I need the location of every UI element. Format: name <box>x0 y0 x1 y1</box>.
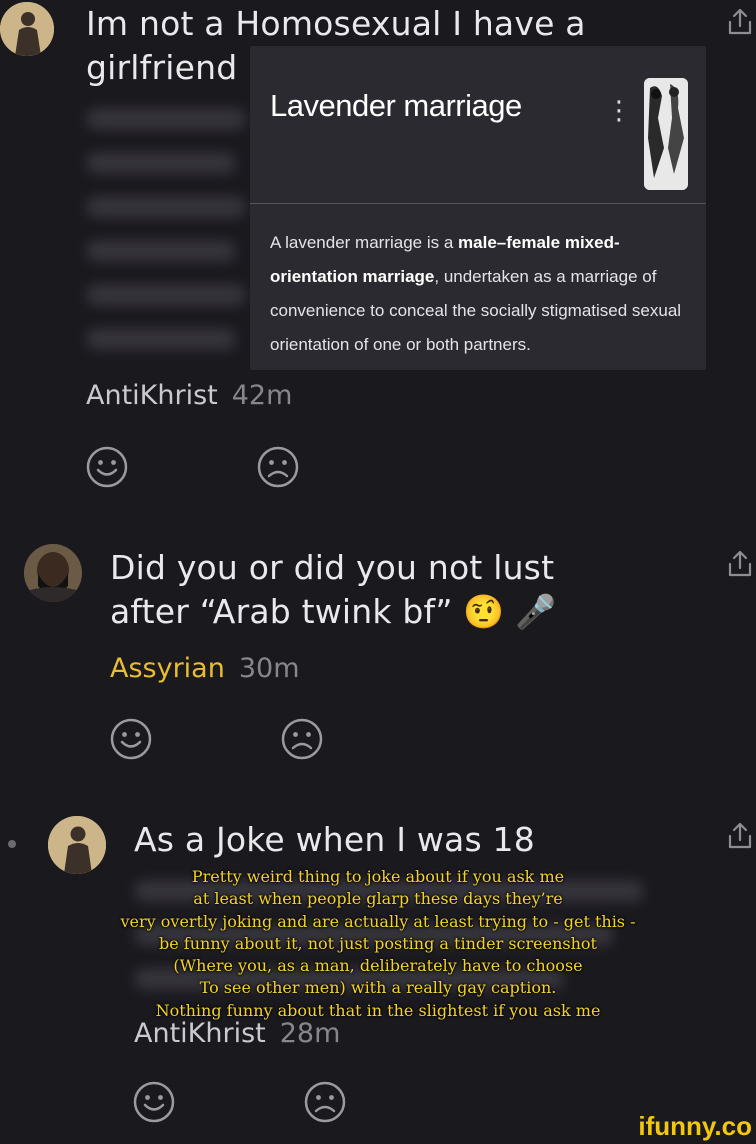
username[interactable]: Assyrian <box>110 653 225 684</box>
comment-text: As a Joke when I was 18 <box>134 820 535 859</box>
card-body: A lavender marriage is a male–female mix… <box>270 233 682 354</box>
card-divider <box>250 203 706 204</box>
emoji-icons: 🤨 🎤 <box>463 592 557 631</box>
avatar[interactable] <box>0 2 54 56</box>
blurred-text <box>86 328 236 350</box>
ifunny-watermark: ifunny.co <box>638 1111 752 1141</box>
frown-icon[interactable] <box>303 1080 347 1124</box>
avatar-portrait-icon <box>24 544 82 602</box>
username[interactable]: AntiKhrist <box>86 380 218 411</box>
card-image <box>644 78 688 190</box>
comment-text: Did you or did you not lust after “Arab … <box>110 548 557 631</box>
share-icon[interactable] <box>724 548 756 580</box>
comment-meta: Assyrian 30m <box>110 653 300 684</box>
smile-icon[interactable] <box>85 445 129 489</box>
share-icon[interactable] <box>724 6 756 38</box>
timestamp: 30m <box>238 653 300 684</box>
comment-meta: AntiKhrist 28m <box>134 1018 340 1049</box>
share-icon[interactable] <box>724 820 756 852</box>
blurred-text <box>86 284 246 306</box>
blurred-text <box>86 240 236 262</box>
unread-dot <box>8 840 16 848</box>
blurred-text <box>86 108 246 130</box>
avatar-portrait-icon <box>48 816 106 874</box>
blurred-text <box>86 196 246 218</box>
card-title: Lavender marriage <box>270 88 522 123</box>
comment-meta: AntiKhrist 42m <box>86 380 292 411</box>
smile-icon[interactable] <box>132 1080 176 1124</box>
timestamp: 42m <box>231 380 293 411</box>
frown-icon[interactable] <box>280 717 324 761</box>
avatar[interactable] <box>48 816 106 874</box>
username[interactable]: AntiKhrist <box>134 1018 266 1049</box>
smile-icon[interactable] <box>109 717 153 761</box>
overlay-caption: Pretty weird thing to joke about if you … <box>120 867 636 1020</box>
card-menu-icon[interactable]: ⋮ <box>606 96 632 126</box>
frown-icon[interactable] <box>256 445 300 489</box>
timestamp: 28m <box>279 1018 341 1049</box>
avatar-portrait-icon <box>0 2 54 56</box>
avatar[interactable] <box>24 544 82 602</box>
blurred-text <box>86 152 236 174</box>
wiki-card: Lavender marriage ⋮ A lavender marriage … <box>250 46 706 370</box>
